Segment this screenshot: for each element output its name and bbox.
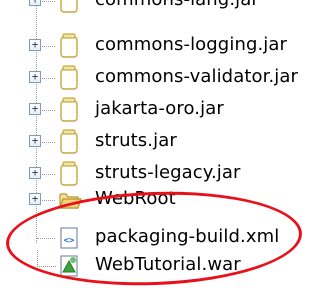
jar-icon: [60, 97, 78, 122]
expand-toggle[interactable]: +: [29, 0, 41, 6]
tree-connector: [37, 238, 55, 239]
jar-icon: [60, 65, 78, 90]
tree-item-label: WebTutorial.war: [95, 254, 241, 275]
jar-icon: [60, 0, 78, 13]
tree-item-label: commons-validator.jar: [95, 66, 299, 87]
tree-item-struts-jar[interactable]: + struts.jar: [0, 126, 308, 158]
tree-item-jakarta-oro-jar[interactable]: + jakarta-oro.jar: [0, 94, 308, 126]
tree-item-webroot[interactable]: + WebRoot: [0, 184, 308, 216]
tree-item-commons-validator-jar[interactable]: + commons-validator.jar: [0, 62, 308, 94]
tree-item-label: struts.jar: [95, 130, 177, 151]
folder-icon: [59, 193, 82, 209]
project-tree: + commons-lang.jar + commons-logging.jar…: [0, 0, 308, 307]
tree-item-label: commons-lang.jar: [95, 0, 259, 12]
svg-text:<>: <>: [64, 236, 75, 246]
xml-file-icon: <>: [60, 227, 78, 249]
expand-toggle[interactable]: +: [29, 39, 41, 51]
tree-item-label: struts-legacy.jar: [95, 162, 241, 183]
tree-item-label: commons-logging.jar: [95, 34, 288, 55]
tree-connector: [37, 250, 56, 267]
jar-icon: [60, 129, 78, 154]
expand-toggle[interactable]: +: [29, 103, 41, 115]
expand-toggle[interactable]: +: [29, 167, 41, 179]
jar-icon: [60, 33, 78, 58]
war-file-icon: [60, 255, 78, 277]
tree-item-label: packaging-build.xml: [95, 226, 280, 247]
expand-toggle[interactable]: +: [29, 71, 41, 83]
tree-item-label: WebRoot: [95, 188, 176, 209]
expand-toggle[interactable]: +: [29, 193, 41, 205]
tree-item-commons-logging-jar[interactable]: + commons-logging.jar: [0, 30, 308, 62]
tree-item-label: jakarta-oro.jar: [95, 98, 224, 119]
tree-item-webtutorial-war[interactable]: WebTutorial.war: [0, 250, 308, 282]
expand-toggle[interactable]: +: [29, 135, 41, 147]
tree-item-commons-lang-jar[interactable]: + commons-lang.jar: [0, 0, 308, 17]
